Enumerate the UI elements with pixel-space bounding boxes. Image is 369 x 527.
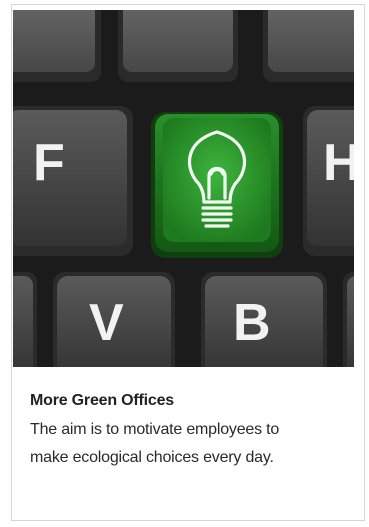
key-b: B: [201, 272, 327, 367]
key-h: H: [303, 106, 354, 256]
card-description-line: The aim is to motivate employees to: [30, 421, 280, 438]
key-h-label: H: [323, 134, 354, 192]
card-description: The aim is to motivate employees to make…: [30, 416, 350, 472]
key-top-mid: [118, 10, 238, 82]
key-v-label: V: [89, 294, 124, 352]
key-bottom-left: [13, 272, 37, 367]
key-bottom-right: [343, 272, 354, 367]
hero-image[interactable]: F H V B: [13, 10, 354, 367]
card-title[interactable]: More Green Offices: [30, 392, 174, 410]
key-f-label: F: [33, 134, 65, 192]
key-b-label: B: [233, 294, 271, 352]
card-description-line: make ecological choices every day.: [30, 449, 274, 466]
key-v: V: [53, 272, 175, 367]
key-top-right: [263, 10, 354, 82]
key-top-left: [13, 10, 101, 82]
key-f: F: [13, 106, 133, 256]
green-lightbulb-key: [151, 112, 283, 258]
